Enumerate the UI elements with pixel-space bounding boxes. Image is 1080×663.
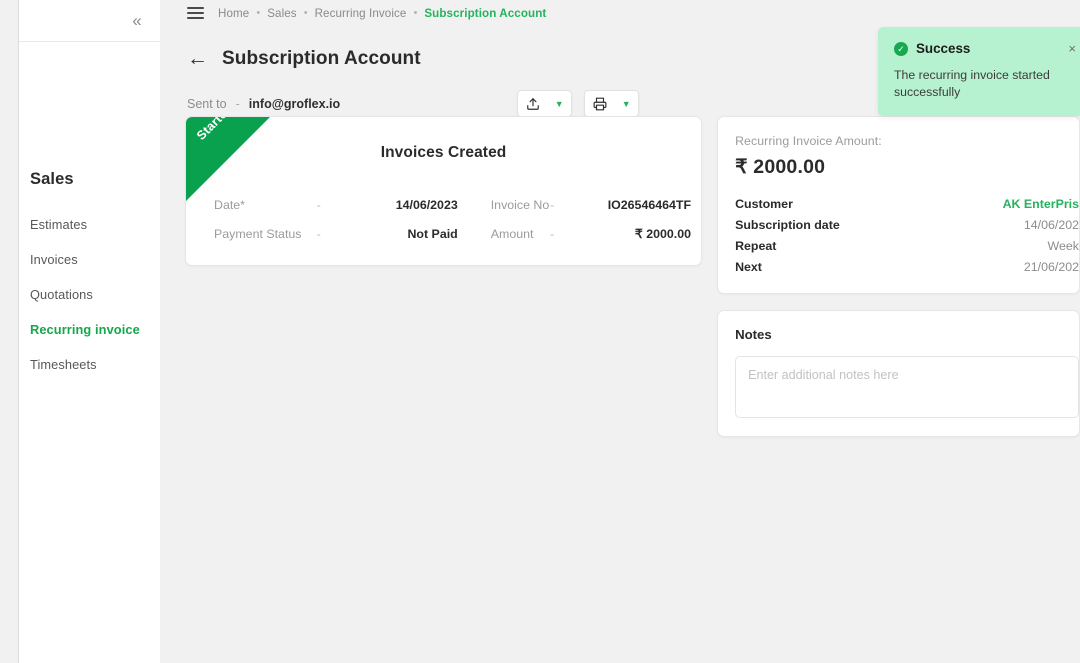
sidebar-item-label: Estimates — [30, 217, 88, 232]
sidebar-item-recurring-invoice[interactable]: Recurring invoice — [19, 312, 160, 347]
printer-icon — [585, 97, 614, 111]
toast-title: Success — [916, 41, 971, 56]
right-column: Recurring Invoice Amount: ₹ 2000.00 Cust… — [717, 116, 1080, 437]
close-icon[interactable]: × — [1068, 41, 1076, 56]
export-split-button[interactable]: ▼ — [517, 90, 573, 117]
summary-value-customer[interactable]: AK EnterPris — [873, 197, 1079, 211]
sidebar-nav: Estimates Invoices Quotations Recurring … — [19, 207, 160, 382]
summary-row-customer: Customer AK EnterPris — [735, 193, 1079, 214]
sidebar-item-label: Invoices — [30, 252, 78, 267]
field-value-date: 14/06/2023 — [395, 197, 458, 212]
sidebar-item-invoices[interactable]: Invoices — [19, 242, 160, 277]
field-value-amount: ₹ 2000.00 — [634, 227, 692, 241]
top-bar: Home • Sales • Recurring Invoice • Subsc… — [160, 0, 1080, 26]
sidebar: « Sales Estimates Invoices Quotations Re… — [18, 0, 160, 663]
print-split-button[interactable]: ▼ — [584, 90, 640, 117]
sent-to-dash: - — [235, 96, 240, 111]
content-columns: Started Invoices Created Date* - 14/06/2… — [160, 116, 1080, 437]
breadcrumb: Home • Sales • Recurring Invoice • Subsc… — [218, 7, 546, 20]
recurring-invoice-summary-card: Recurring Invoice Amount: ₹ 2000.00 Cust… — [717, 116, 1080, 294]
chevron-down-icon[interactable]: ▼ — [547, 99, 571, 109]
action-buttons: ▼ ▼ — [517, 90, 640, 117]
arrow-left-icon[interactable]: ← — [187, 48, 208, 69]
success-toast: ✓ Success × The recurring invoice starte… — [878, 27, 1080, 116]
sidebar-section-title: Sales — [30, 170, 74, 188]
breadcrumb-separator: • — [256, 7, 261, 19]
invoices-created-card: Started Invoices Created Date* - 14/06/2… — [185, 116, 703, 266]
sidebar-header: « — [19, 0, 160, 42]
table-row: Payment Status - Not Paid Amount - ₹ 200… — [214, 219, 691, 248]
field-label-amount: Amount — [490, 226, 534, 241]
summary-key: Customer — [735, 196, 793, 211]
notes-title: Notes — [735, 327, 772, 342]
summary-row-next: Next 21/06/202 — [735, 256, 1079, 277]
summary-key: Repeat — [735, 238, 777, 253]
summary-rows: Customer AK EnterPris Subscription date … — [735, 193, 1079, 277]
upload-icon — [518, 97, 547, 111]
hamburger-icon[interactable] — [187, 7, 204, 19]
summary-row-subscription-date: Subscription date 14/06/202 — [735, 214, 1079, 235]
sent-to-value: info@groflex.io — [248, 96, 341, 111]
page-title: Subscription Account — [222, 48, 421, 69]
check-circle-icon: ✓ — [894, 41, 908, 56]
field-dash: - — [316, 226, 321, 241]
field-dash: - — [316, 197, 321, 212]
field-value-payment-status: Not Paid — [407, 226, 458, 241]
chevron-down-icon[interactable]: ▼ — [614, 99, 638, 109]
table-row: Date* - 14/06/2023 Invoice No - IO265464… — [214, 190, 691, 219]
summary-value-subscription-date: 14/06/202 — [1023, 217, 1079, 232]
sidebar-item-label: Quotations — [30, 287, 93, 302]
left-rail — [0, 0, 18, 663]
app-root: « Sales Estimates Invoices Quotations Re… — [0, 0, 1080, 663]
recurring-amount-label: Recurring Invoice Amount: — [735, 134, 882, 148]
breadcrumb-item-subscription-account: Subscription Account — [424, 6, 547, 20]
sidebar-item-quotations[interactable]: Quotations — [19, 277, 160, 312]
sidebar-item-label: Recurring invoice — [30, 322, 140, 337]
breadcrumb-item-recurring-invoice[interactable]: Recurring Invoice — [315, 7, 407, 20]
summary-value-repeat: Week — [1047, 238, 1079, 253]
field-label-payment-status: Payment Status — [214, 226, 302, 241]
recurring-amount-value: ₹ 2000.00 — [735, 156, 826, 178]
sent-to-label: Sent to — [187, 96, 227, 111]
field-value-invoice-no: IO26546464TF — [607, 197, 692, 212]
field-label-invoice-no: Invoice No — [490, 197, 550, 212]
sidebar-item-timesheets[interactable]: Timesheets — [19, 347, 160, 382]
sidebar-item-estimates[interactable]: Estimates — [19, 207, 160, 242]
toast-header: ✓ Success — [894, 41, 1064, 56]
breadcrumb-separator: • — [303, 7, 308, 19]
breadcrumb-item-sales[interactable]: Sales — [267, 7, 297, 20]
summary-value-next: 21/06/202 — [1023, 259, 1079, 274]
notes-card: Notes Enter additional notes here — [717, 310, 1080, 437]
toast-message: The recurring invoice started successful… — [894, 68, 1050, 99]
breadcrumb-separator: • — [413, 7, 418, 19]
breadcrumb-item-home[interactable]: Home — [218, 7, 249, 20]
summary-key: Next — [735, 259, 762, 274]
summary-key: Subscription date — [735, 217, 840, 232]
sidebar-item-label: Timesheets — [30, 357, 97, 372]
summary-row-repeat: Repeat Week — [735, 235, 1079, 256]
field-dash: - — [549, 197, 555, 212]
notes-input[interactable]: Enter additional notes here — [735, 356, 1079, 418]
field-dash: - — [549, 226, 555, 241]
chevron-double-left-icon[interactable]: « — [126, 10, 148, 32]
